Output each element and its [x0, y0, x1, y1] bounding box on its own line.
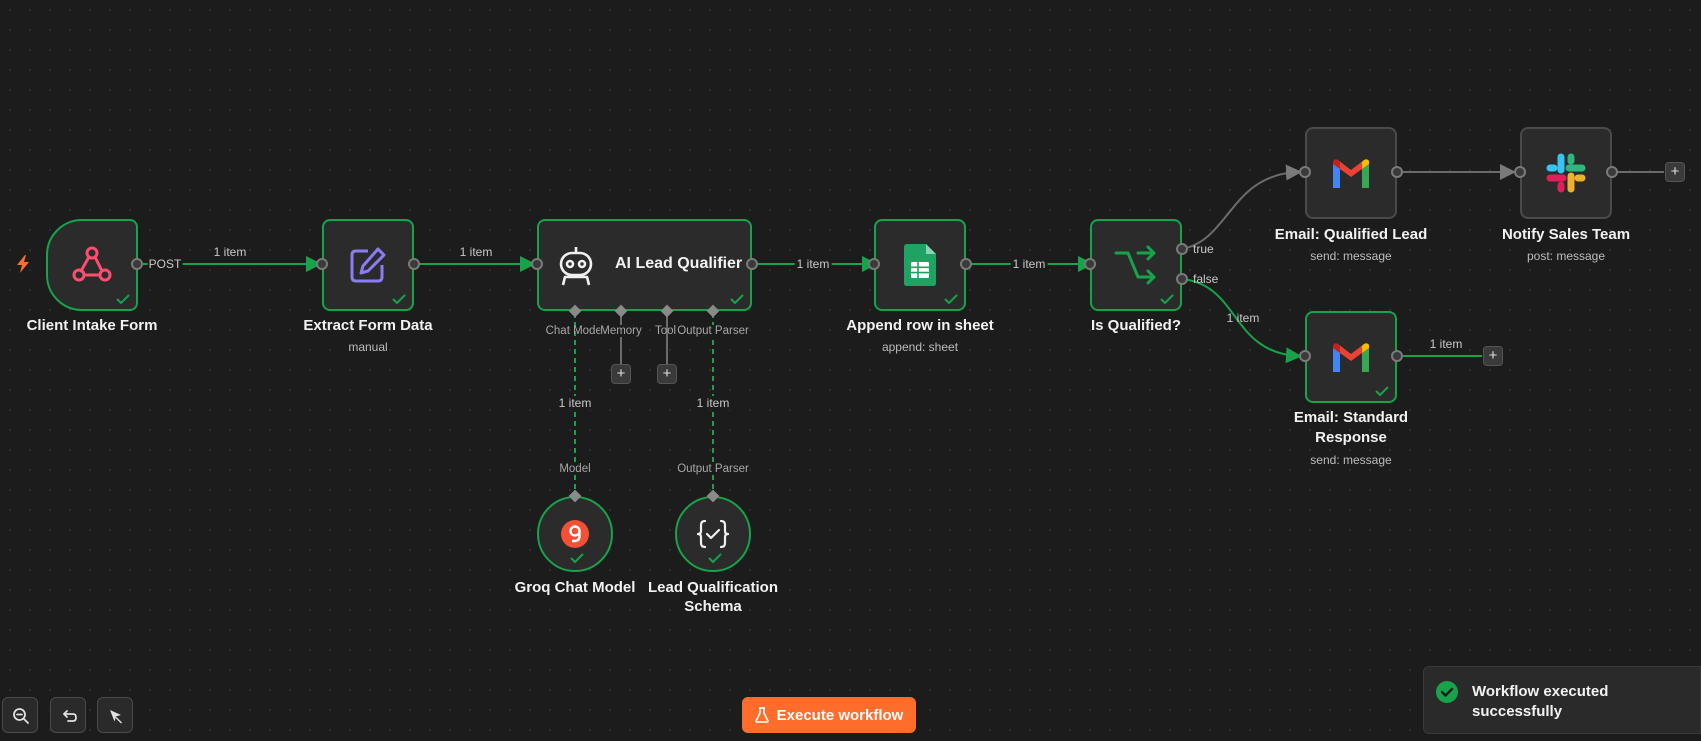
node-title: Client Intake Form	[26, 317, 158, 334]
node-groq-chat-model[interactable]	[537, 496, 613, 572]
node-title-line1: Email: Standard	[1293, 409, 1409, 426]
node-subtitle: post: message	[1526, 249, 1606, 263]
success-check-icon	[1375, 386, 1389, 397]
output-handle[interactable]	[131, 258, 143, 270]
edge-label-post: POST	[147, 257, 183, 271]
groq-icon	[561, 520, 589, 548]
input-handle[interactable]	[316, 258, 328, 270]
edge-label-item: 1 item	[1010, 257, 1048, 271]
edge-label-item: 1 item	[1226, 311, 1260, 325]
success-check-icon	[116, 294, 130, 305]
node-title-line2: Response	[1315, 429, 1387, 446]
input-handle[interactable]	[531, 258, 543, 270]
add-node-button[interactable]: +	[1665, 162, 1685, 182]
add-node-button[interactable]: +	[1483, 346, 1503, 366]
webhook-icon	[72, 246, 112, 282]
add-tool-button[interactable]: +	[657, 364, 677, 384]
success-toast[interactable]: Workflow executed successfully	[1423, 666, 1701, 734]
edge-label-item: 1 item	[556, 396, 594, 410]
input-handle[interactable]	[868, 258, 880, 270]
node-title: Groq Chat Model	[514, 579, 636, 596]
slack-icon	[1546, 153, 1586, 193]
gmail-icon	[1333, 159, 1369, 188]
port-label-model: Model	[559, 463, 591, 475]
port-label-memory: Memory	[600, 325, 642, 337]
output-handle[interactable]	[1391, 350, 1403, 362]
node-client-intake-form[interactable]	[46, 219, 138, 311]
tidy-up-icon	[110, 710, 122, 724]
node-subtitle: send: message	[1310, 453, 1392, 467]
undo-button[interactable]	[50, 697, 86, 733]
gmail-icon	[1333, 343, 1369, 372]
node-ai-lead-qualifier[interactable]: AI Lead Qualifier	[537, 219, 752, 311]
output-handle[interactable]	[1606, 166, 1618, 178]
node-email-standard-response[interactable]	[1305, 311, 1397, 403]
node-subtitle: send: message	[1310, 249, 1392, 263]
output-handle-false[interactable]	[1176, 273, 1188, 285]
output-handle[interactable]	[960, 258, 972, 270]
node-title-line1: Lead Qualification	[647, 579, 779, 596]
node-email-qualified-lead[interactable]	[1305, 127, 1397, 219]
success-check-icon	[392, 294, 406, 305]
tidy-up-button[interactable]	[97, 697, 133, 733]
node-subtitle: manual	[348, 340, 388, 354]
output-handle[interactable]	[746, 258, 758, 270]
node-subtitle: append: sheet	[881, 340, 959, 354]
google-sheets-icon	[904, 244, 936, 286]
workflow-canvas	[137, 164, 1664, 495]
success-check-icon	[708, 553, 722, 564]
zoom-out-button[interactable]	[2, 697, 38, 733]
edge-label-item: 1 item	[459, 245, 493, 259]
output-handle-true[interactable]	[1176, 243, 1188, 255]
input-handle[interactable]	[1299, 350, 1311, 362]
edge-label-item: 1 item	[1429, 337, 1463, 351]
edit-pen-icon	[350, 247, 386, 283]
output-handle[interactable]	[1391, 166, 1403, 178]
node-append-row-in-sheet[interactable]	[874, 219, 966, 311]
input-handle[interactable]	[1299, 166, 1311, 178]
node-title-line2: Schema	[684, 598, 742, 615]
port-label-chat-model: Chat Model	[545, 325, 605, 337]
node-lead-qualification-schema[interactable]	[675, 496, 751, 572]
zoom-out-icon	[13, 708, 29, 724]
node-is-qualified[interactable]	[1090, 219, 1182, 311]
check-circle-icon	[1436, 681, 1458, 703]
edge-label-item: 1 item	[794, 257, 832, 271]
edge-label-item: 1 item	[694, 396, 732, 410]
output-handle[interactable]	[408, 258, 420, 270]
add-memory-button[interactable]: +	[611, 364, 631, 384]
robot-icon	[559, 247, 593, 286]
branch-split-icon	[1114, 245, 1156, 285]
port-label-tool: Tool	[655, 325, 677, 337]
port-label-output-parser: Output Parser	[677, 463, 749, 475]
toast-message: Workflow executed successfully	[1472, 683, 1609, 720]
lightning-icon	[17, 255, 29, 273]
node-title: Notify Sales Team	[1501, 226, 1631, 243]
input-handle[interactable]	[1084, 258, 1096, 270]
branch-label-false: false	[1193, 272, 1219, 286]
flask-icon	[754, 707, 769, 723]
node-notify-sales-team[interactable]	[1520, 127, 1612, 219]
execute-workflow-label: Execute workflow	[776, 706, 904, 724]
success-check-icon	[1160, 294, 1174, 305]
success-check-icon	[730, 294, 744, 305]
input-handle[interactable]	[1514, 166, 1526, 178]
braces-check-icon	[697, 519, 729, 549]
node-title: Email: Qualified Lead	[1274, 226, 1428, 243]
branch-label-true: true	[1193, 242, 1214, 256]
node-title: Is Qualified?	[1090, 317, 1182, 334]
edge-label-item: 1 item	[213, 245, 247, 259]
undo-icon	[63, 710, 77, 722]
node-title: Extract Form Data	[303, 317, 433, 334]
execute-workflow-button[interactable]: Execute workflow	[742, 697, 916, 733]
port-label-output-parser: Output Parser	[677, 325, 749, 337]
success-check-icon	[570, 553, 584, 564]
success-check-icon	[944, 294, 958, 305]
node-title: Append row in sheet	[846, 317, 994, 334]
node-title: AI Lead Qualifier	[615, 255, 743, 272]
node-extract-form-data[interactable]	[322, 219, 414, 311]
